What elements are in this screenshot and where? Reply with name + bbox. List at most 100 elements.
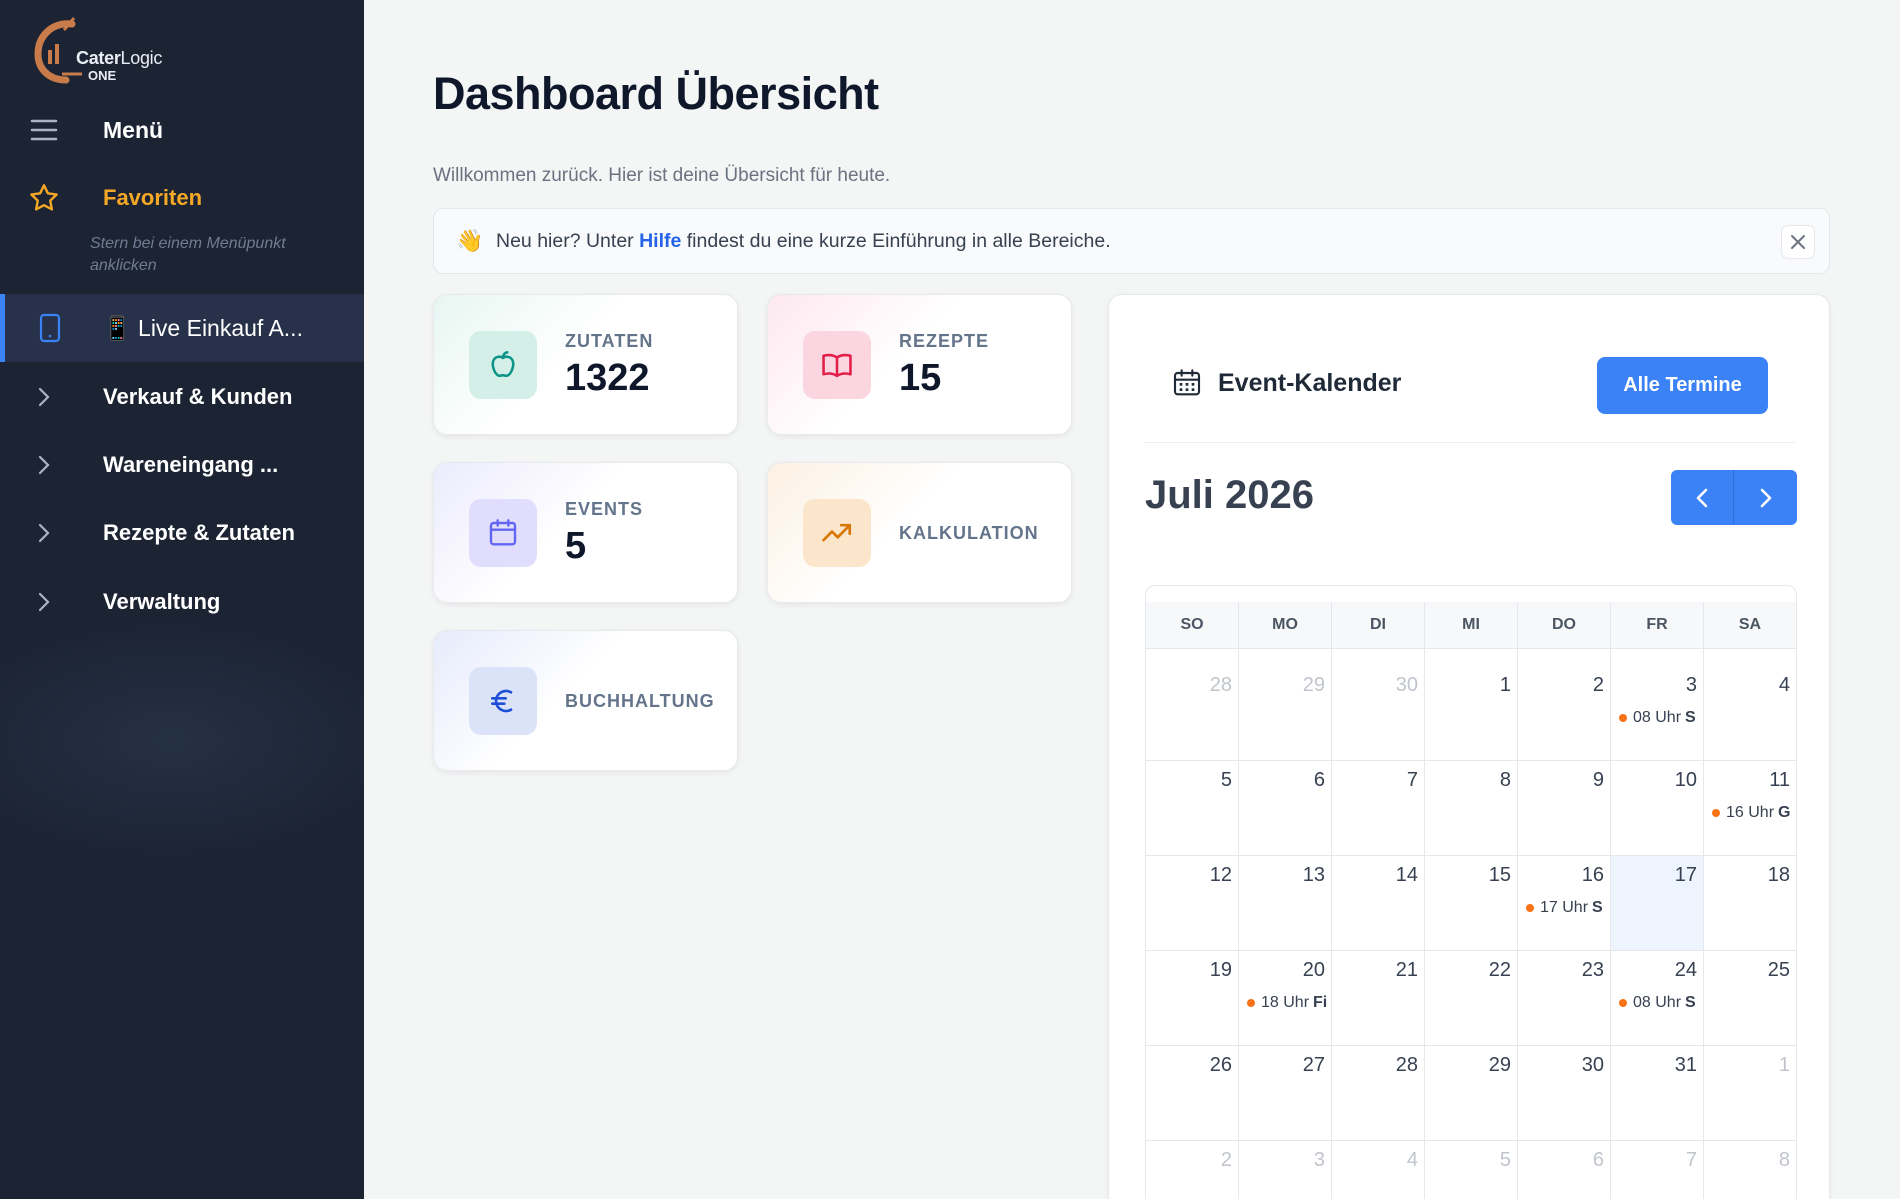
chevron-right-icon: [28, 449, 60, 481]
calendar-day-today[interactable]: 17: [1611, 856, 1704, 950]
calendar-day[interactable]: 2: [1146, 1141, 1239, 1199]
close-notice-button[interactable]: [1781, 225, 1815, 259]
calendar-day[interactable]: 9: [1518, 761, 1611, 855]
help-link[interactable]: Hilfe: [639, 230, 681, 252]
day-number: 17: [1674, 864, 1697, 886]
day-number: 2: [1592, 674, 1604, 696]
stat-card-buchhaltung[interactable]: BUCHHALTUNG: [433, 630, 738, 771]
day-number: 7: [1685, 1149, 1697, 1171]
notice-text: Neu hier? Unter Hilfe findest du eine ku…: [496, 229, 1111, 252]
calendar-day[interactable]: 1: [1704, 1046, 1796, 1140]
calendar-day[interactable]: 15: [1425, 856, 1518, 950]
calendar-day[interactable]: 18: [1704, 856, 1796, 950]
calendar-day[interactable]: 27: [1239, 1046, 1332, 1140]
calendar-day[interactable]: 26: [1146, 1046, 1239, 1140]
calendar-day[interactable]: 3 08 Uhr S: [1611, 666, 1704, 760]
calendar-day[interactable]: 7: [1332, 761, 1425, 855]
calendar-day[interactable]: 2: [1518, 666, 1611, 760]
stat-card-rezepte[interactable]: REZEPTE 15: [767, 294, 1072, 435]
previous-month-button[interactable]: [1671, 470, 1734, 525]
calendar-day[interactable]: 28: [1332, 1046, 1425, 1140]
calendar-day[interactable]: 28: [1146, 666, 1239, 760]
next-month-button[interactable]: [1734, 470, 1797, 525]
calendar-event[interactable]: 17 Uhr S: [1526, 899, 1603, 917]
sidebar-item-verwaltung[interactable]: Verwaltung: [0, 572, 364, 632]
calendar-day[interactable]: 5: [1425, 1141, 1518, 1199]
menu-toggle[interactable]: Menü: [0, 100, 364, 160]
calendar-day[interactable]: 19: [1146, 951, 1239, 1045]
day-number: 29: [1302, 674, 1325, 696]
calendar-day[interactable]: 6: [1518, 1141, 1611, 1199]
calendar-day[interactable]: 13: [1239, 856, 1332, 950]
calendar-day[interactable]: 20 18 Uhr Fi: [1239, 951, 1332, 1045]
sidebar-item-label: Verwaltung: [103, 589, 221, 614]
calendar-day[interactable]: 3: [1239, 1141, 1332, 1199]
day-number: 2: [1220, 1149, 1232, 1171]
day-number: 8: [1499, 769, 1511, 791]
weekday-label: DO: [1518, 602, 1611, 648]
app-logo[interactable]: CaterLogic ONE: [30, 14, 180, 90]
day-number: 26: [1209, 1054, 1232, 1076]
sidebar-item-verkauf-kunden[interactable]: Verkauf & Kunden: [0, 367, 364, 427]
calendar-day[interactable]: 24 08 Uhr S: [1611, 951, 1704, 1045]
calendar-day[interactable]: 12: [1146, 856, 1239, 950]
day-number: 13: [1302, 864, 1325, 886]
stat-card-events[interactable]: EVENTS 5: [433, 462, 738, 603]
day-number: 11: [1769, 769, 1790, 791]
calendar-day[interactable]: 16 17 Uhr S: [1518, 856, 1611, 950]
sidebar-item-live-einkauf[interactable]: 📱 Live Einkauf A...: [0, 294, 364, 362]
card-label: KALKULATION: [899, 523, 1039, 543]
event-dot-icon: [1712, 809, 1720, 817]
card-value: 5: [565, 525, 587, 567]
active-indicator: [0, 294, 5, 362]
calendar-week-row: 2 3 4 5 6 7 8: [1146, 1141, 1796, 1199]
calendar-day[interactable]: 11 16 Uhr G: [1704, 761, 1796, 855]
calendar-day[interactable]: 22: [1425, 951, 1518, 1045]
calendar-day[interactable]: 4: [1332, 1141, 1425, 1199]
all-events-button[interactable]: Alle Termine: [1597, 357, 1768, 414]
chevron-right-icon: [28, 517, 60, 549]
calendar-day[interactable]: 23: [1518, 951, 1611, 1045]
calendar-day[interactable]: 4: [1704, 666, 1796, 760]
calendar-event[interactable]: 08 Uhr S: [1619, 709, 1696, 727]
event-dot-icon: [1619, 714, 1627, 722]
sidebar-item-label: Verkauf & Kunden: [103, 384, 293, 409]
calendar-day[interactable]: 14: [1332, 856, 1425, 950]
calendar-day[interactable]: 6: [1239, 761, 1332, 855]
sidebar-item-rezepte-zutaten[interactable]: Rezepte & Zutaten: [0, 503, 364, 563]
calendar-day[interactable]: 1: [1425, 666, 1518, 760]
day-number: 20: [1302, 959, 1325, 981]
day-number: 25: [1767, 959, 1790, 981]
day-number: 30: [1581, 1054, 1604, 1076]
day-number: 4: [1778, 674, 1790, 696]
stat-card-kalkulation[interactable]: KALKULATION: [767, 462, 1072, 603]
calendar-day[interactable]: 8: [1425, 761, 1518, 855]
euro-icon: [469, 667, 537, 735]
stat-card-zutaten[interactable]: ZUTATEN 1322: [433, 294, 738, 435]
calendar-day[interactable]: 30: [1518, 1046, 1611, 1140]
calendar-day[interactable]: 5: [1146, 761, 1239, 855]
calendar-day[interactable]: 25: [1704, 951, 1796, 1045]
favorites-section[interactable]: Favoriten: [0, 168, 364, 228]
book-icon: [803, 331, 871, 399]
calendar-day[interactable]: 21: [1332, 951, 1425, 1045]
calendar-day[interactable]: 7: [1611, 1141, 1704, 1199]
hamburger-icon: [28, 114, 60, 146]
calendar-day[interactable]: 31: [1611, 1046, 1704, 1140]
event-title: S: [1685, 994, 1696, 1011]
calendar-event[interactable]: 08 Uhr S: [1619, 994, 1696, 1012]
day-number: 27: [1302, 1054, 1325, 1076]
day-number: 1: [1778, 1054, 1790, 1076]
calendar-day[interactable]: 29: [1425, 1046, 1518, 1140]
calendar-day[interactable]: 29: [1239, 666, 1332, 760]
event-dot-icon: [1247, 999, 1255, 1007]
sidebar-item-label: 📱 Live Einkauf A...: [103, 314, 303, 341]
day-number: 7: [1406, 769, 1418, 791]
calendar-day[interactable]: 8: [1704, 1141, 1796, 1199]
sidebar-item-wareneingang[interactable]: Wareneingang ...: [0, 435, 364, 495]
calendar-event[interactable]: 16 Uhr G: [1712, 804, 1790, 822]
calendar-day[interactable]: 10: [1611, 761, 1704, 855]
day-number: 10: [1674, 769, 1697, 791]
calendar-event[interactable]: 18 Uhr Fi: [1247, 994, 1327, 1012]
calendar-day[interactable]: 30: [1332, 666, 1425, 760]
